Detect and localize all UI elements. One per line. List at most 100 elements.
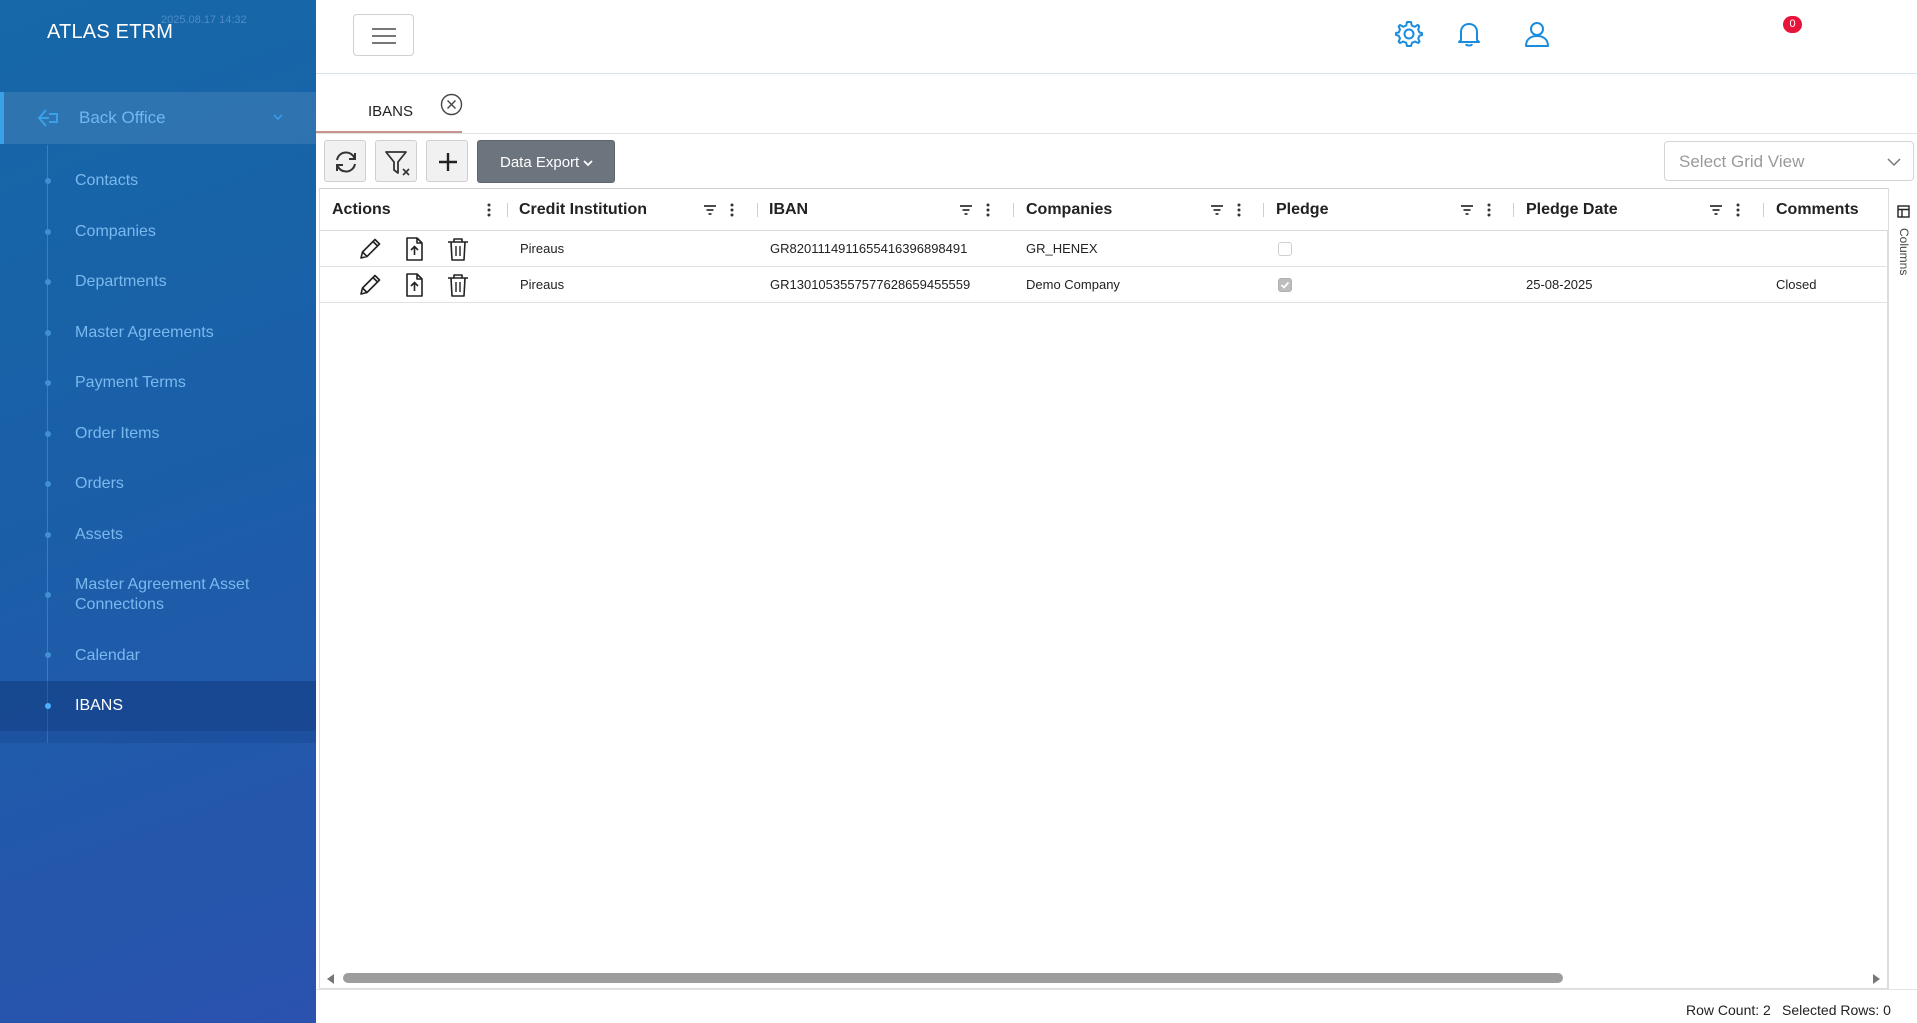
column-header-label: Actions <box>332 201 391 218</box>
filter-icon[interactable] <box>1709 204 1723 216</box>
sidebar-item-master-agreement-asset-connections[interactable]: Master Agreement Asset Connections <box>0 568 316 622</box>
file-upload-icon[interactable] <box>400 271 428 299</box>
bullet-icon <box>45 481 51 487</box>
refresh-icon <box>336 151 356 173</box>
back-arrow-icon <box>38 109 58 127</box>
hamburger-icon <box>372 28 396 30</box>
bullet-icon <box>45 703 51 709</box>
grid-view-placeholder: Select Grid View <box>1679 152 1805 171</box>
sidebar-item-label: Departments <box>75 273 167 290</box>
file-upload-icon[interactable] <box>400 235 428 263</box>
pencil-icon[interactable] <box>356 235 384 263</box>
column-header-iban[interactable]: IBAN <box>758 189 1014 231</box>
column-header-pledge[interactable]: Pledge <box>1264 189 1514 231</box>
pencil-icon[interactable] <box>356 271 384 299</box>
sidebar-item-calendar[interactable]: Calendar <box>0 631 316 681</box>
filter-icon[interactable] <box>703 204 717 216</box>
sidebar-item-departments[interactable]: Departments <box>0 257 316 307</box>
close-circle-icon[interactable] <box>440 93 463 116</box>
sidebar-item-payment-terms[interactable]: Payment Terms <box>0 358 316 408</box>
column-menu-icon[interactable] <box>486 203 492 217</box>
columns-side-panel[interactable]: Columns <box>1888 188 1917 989</box>
column-header-label: Credit Institution <box>519 201 647 218</box>
bullet-icon <box>45 330 51 336</box>
columns-panel-label: Columns <box>1897 228 1911 276</box>
column-menu-icon[interactable] <box>985 203 991 217</box>
horizontal-scrollbar[interactable] <box>319 968 1888 988</box>
filter-icon[interactable] <box>959 204 973 216</box>
column-header-credit-institution[interactable]: Credit Institution <box>508 189 758 231</box>
filter-clear-icon <box>385 151 410 176</box>
grid-view-select[interactable]: Select Grid View <box>1664 141 1914 181</box>
pledge-checkbox[interactable] <box>1278 242 1292 256</box>
refresh-button[interactable] <box>324 140 366 182</box>
bullet-icon <box>45 279 51 285</box>
column-header-comments[interactable]: Comments <box>1764 189 1888 231</box>
sidebar-section-label: Back Office <box>79 108 166 127</box>
gear-icon[interactable] <box>1393 18 1425 50</box>
filter-icon[interactable] <box>1460 204 1474 216</box>
sidebar-item-contacts[interactable]: Contacts <box>0 156 316 206</box>
column-header-label: Comments <box>1776 201 1859 218</box>
build-date: 2025.08.17 14:32 <box>161 14 247 26</box>
column-menu-icon[interactable] <box>1236 203 1242 217</box>
sidebar-item-label: Contacts <box>75 172 139 189</box>
grid-toolbar: Data Export Select Grid View <box>316 134 1917 188</box>
grid-header-row: Actions Credit Institution IBAN Companie… <box>320 189 1888 231</box>
sidebar-item-companies[interactable]: Companies <box>0 207 316 257</box>
sidebar-item-master-agreements[interactable]: Master Agreements <box>0 308 316 358</box>
trash-icon[interactable] <box>444 235 472 263</box>
bullet-icon <box>45 229 51 235</box>
add-button[interactable] <box>426 140 468 182</box>
filter-icon[interactable] <box>1210 204 1224 216</box>
hamburger-icon-line <box>372 42 396 44</box>
bullet-icon <box>45 431 51 437</box>
pledge-checkbox[interactable] <box>1278 278 1292 292</box>
check-icon <box>1280 281 1290 289</box>
column-menu-icon[interactable] <box>1735 203 1741 217</box>
data-export-button[interactable]: Data Export <box>477 140 615 183</box>
row-count: Row Count: 2 <box>1686 1002 1771 1018</box>
sidebar-item-orders[interactable]: Orders <box>0 459 316 509</box>
cell-iban: GR1301053557577628659455559 <box>770 277 971 292</box>
column-menu-icon[interactable] <box>1486 203 1492 217</box>
selected-rows-count: Selected Rows: 0 <box>1782 1002 1891 1018</box>
sidebar: ATLAS ETRM 2025.08.17 14:32 Back Office … <box>0 0 316 1023</box>
sidebar-item-assets[interactable]: Assets <box>0 510 316 560</box>
column-header-actions[interactable]: Actions <box>320 189 508 231</box>
user-icon[interactable] <box>1521 18 1553 50</box>
bullet-icon <box>45 652 51 658</box>
column-header-label: Companies <box>1026 201 1113 218</box>
cell-companies: Demo Company <box>1026 277 1120 292</box>
chevron-down-icon <box>273 114 283 121</box>
scrollbar-thumb[interactable] <box>343 973 1563 983</box>
bullet-icon <box>45 532 51 538</box>
sidebar-item-label: Payment Terms <box>75 374 186 391</box>
column-menu-icon[interactable] <box>729 203 735 217</box>
sidebar-section-back-office[interactable]: Back Office <box>0 92 316 144</box>
bell-icon[interactable] <box>1453 18 1485 50</box>
plus-icon <box>439 153 457 171</box>
data-export-label: Data Export <box>500 154 580 171</box>
trash-icon[interactable] <box>444 271 472 299</box>
chevron-down-icon <box>1887 158 1901 167</box>
cell-credit-institution: Pireaus <box>520 241 565 256</box>
table-row[interactable]: Pireaus GR8201114911655416396898491 GR_H… <box>320 231 1888 267</box>
scroll-left-icon[interactable] <box>325 973 335 985</box>
bullet-icon <box>45 380 51 386</box>
app-title: ATLAS ETRM <box>47 21 174 43</box>
sidebar-item-label: Assets <box>75 526 124 543</box>
menu-toggle-button[interactable] <box>353 14 414 56</box>
iban-grid: Actions Credit Institution IBAN Companie… <box>319 188 1888 989</box>
clear-filters-button[interactable] <box>375 140 417 182</box>
tab-label: IBANS <box>368 103 414 120</box>
sidebar-item-order-items[interactable]: Order Items <box>0 409 316 459</box>
scroll-right-icon[interactable] <box>1872 973 1882 985</box>
sidebar-item-ibans[interactable]: IBANS <box>0 681 316 731</box>
column-header-pledge-date[interactable]: Pledge Date <box>1514 189 1764 231</box>
sidebar-item-label: IBANS <box>75 697 124 714</box>
grid-status-bar: Row Count: 2 Selected Rows: 0 <box>316 989 1917 1023</box>
cell-pledge-date: 25-08-2025 <box>1526 277 1593 292</box>
column-header-companies[interactable]: Companies <box>1014 189 1264 231</box>
table-row[interactable]: Pireaus GR1301053557577628659455559 Demo… <box>320 267 1888 303</box>
